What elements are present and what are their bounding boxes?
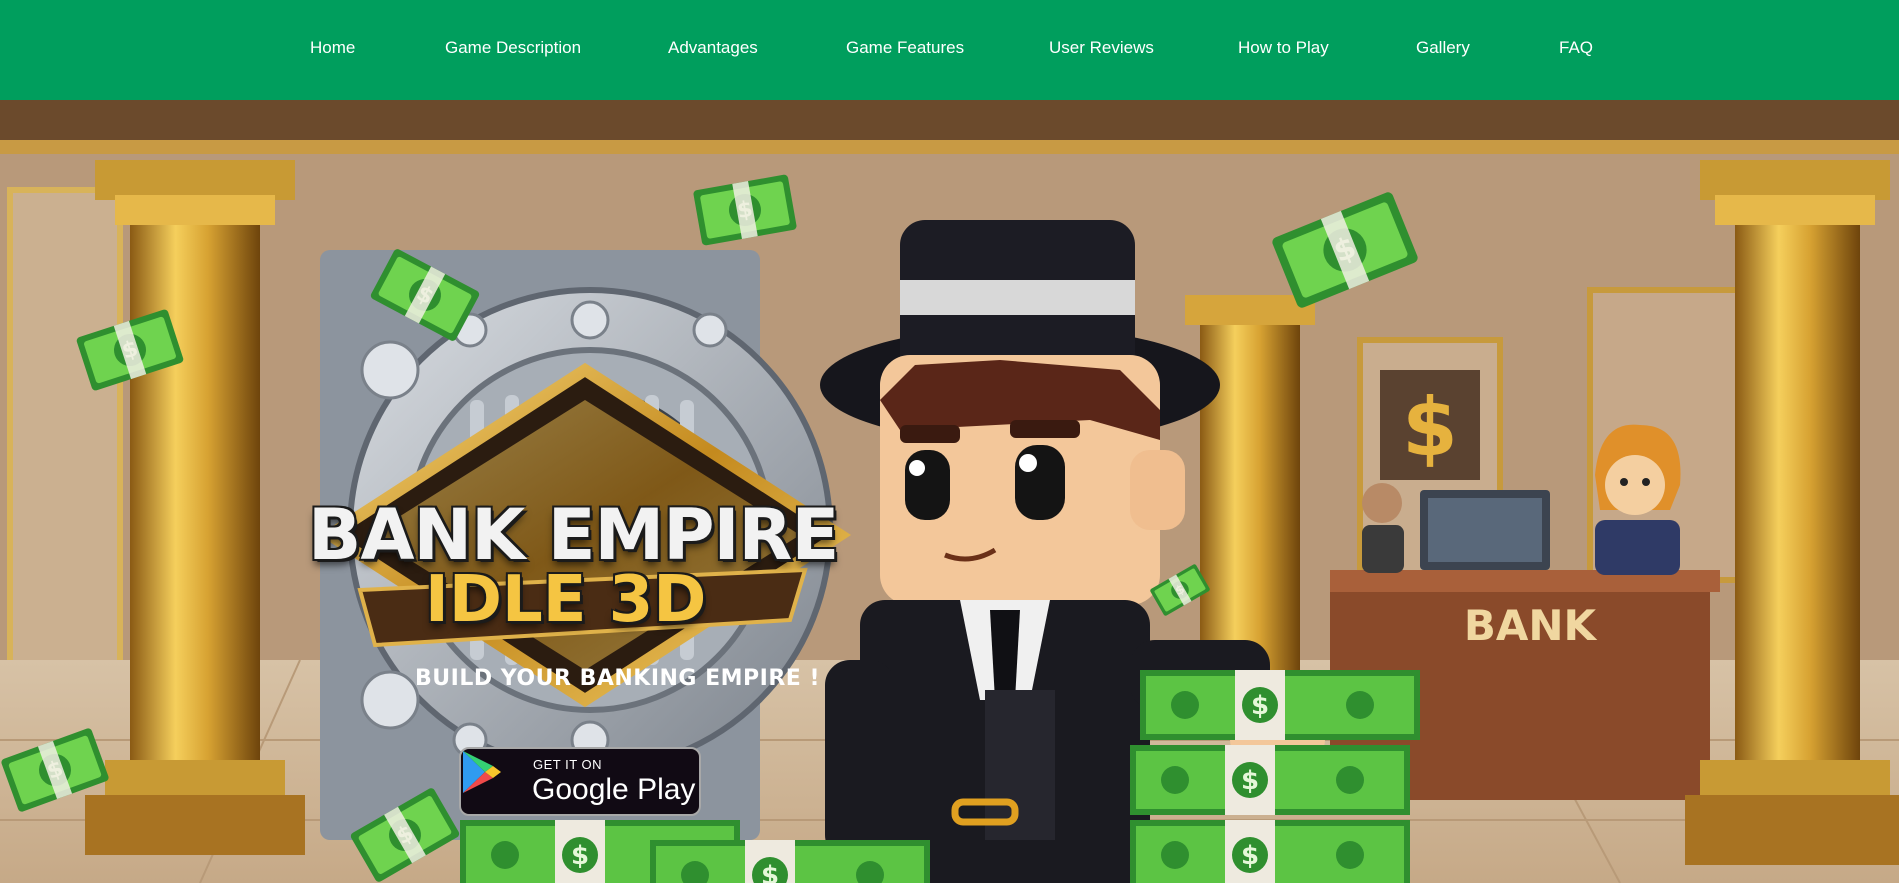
game-logo-title: BANK EMPIRE: [308, 494, 839, 576]
nav-game-features[interactable]: Game Features: [846, 38, 964, 58]
nav-game-description[interactable]: Game Description: [445, 38, 581, 58]
nav-home[interactable]: Home: [310, 38, 355, 58]
google-play-big-text: Google Play: [532, 773, 696, 806]
google-play-icon: [463, 751, 501, 793]
google-play-small-text: GET IT ON: [533, 757, 603, 772]
nav-user-reviews[interactable]: User Reviews: [1049, 38, 1154, 58]
nav-gallery[interactable]: Gallery: [1416, 38, 1470, 58]
desk-sign-text: BANK: [1464, 601, 1598, 650]
nav-how-to-play[interactable]: How to Play: [1238, 38, 1329, 58]
hero-banner: $ $ $: [0, 100, 1899, 883]
nav-faq[interactable]: FAQ: [1559, 38, 1593, 58]
hero-illustration: $ $ $: [0, 100, 1899, 883]
nav-advantages[interactable]: Advantages: [668, 38, 758, 58]
top-navigation-bar: Home Game Description Advantages Game Fe…: [0, 0, 1899, 100]
game-logo-tagline: BUILD YOUR BANKING EMPIRE !: [415, 666, 821, 691]
google-play-button[interactable]: GET IT ON Google Play: [459, 747, 701, 816]
game-logo-subtitle: IDLE 3D: [425, 563, 707, 637]
svg-text:$: $: [1402, 381, 1458, 474]
